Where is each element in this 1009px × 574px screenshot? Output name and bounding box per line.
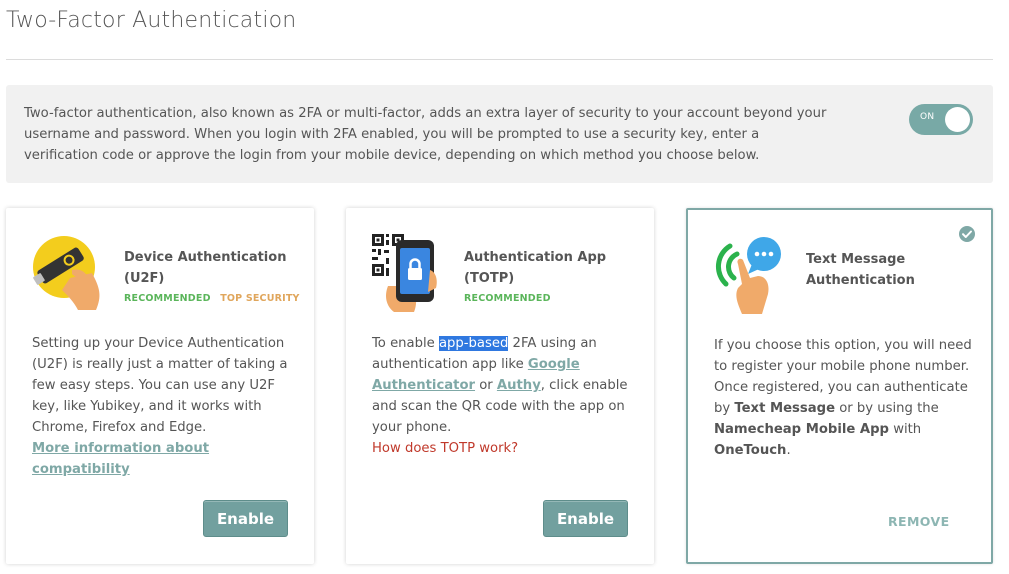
toggle-label: ON (920, 112, 935, 122)
bold-text: OneTouch (714, 443, 787, 458)
security-key-icon (33, 236, 100, 310)
enable-totp-button[interactable]: Enable (543, 500, 628, 537)
toggle-knob[interactable] (945, 107, 970, 132)
card-u2f: Device Authentication (U2F) RECOMMENDED … (6, 208, 314, 564)
badges: RECOMMENDED (464, 293, 557, 304)
badges: RECOMMENDED TOP SECURITY (124, 293, 300, 304)
remove-sms-button[interactable]: REMOVE (888, 514, 950, 529)
text-message-icon (715, 237, 781, 314)
2fa-toggle[interactable]: ON (909, 104, 973, 135)
card-title-line1: Device Authentication (124, 250, 287, 265)
card-description: If you choose this option, you will need… (714, 335, 976, 461)
text-segment: or by using the (835, 401, 939, 416)
bold-text: Namecheap Mobile App (714, 422, 889, 437)
intro-text: Two-factor authentication, also known as… (24, 106, 827, 163)
compatibility-link[interactable]: More information about compatibility (32, 441, 209, 477)
check-circle-icon (959, 226, 975, 242)
card-title: Device Authentication (U2F) (124, 247, 294, 289)
text-segment: with (889, 422, 922, 437)
badge-recommended: RECOMMENDED (124, 293, 211, 304)
enable-u2f-button[interactable]: Enable (203, 500, 288, 537)
bold-text: Text Message (734, 401, 836, 416)
qr-phone-icon (372, 234, 437, 312)
card-totp: Authentication App (TOTP) RECOMMENDED To… (346, 208, 654, 564)
card-text-message: Text Message Authentication If you choos… (686, 208, 993, 564)
selected-text: app-based (438, 336, 509, 351)
card-title-line2: Authentication (806, 273, 915, 288)
card-description: Setting up your Device Authentication (U… (32, 333, 294, 480)
card-title: Authentication App (TOTP) (464, 247, 634, 289)
card-title-line1: Authentication App (464, 250, 607, 265)
card-title: Text Message Authentication (806, 249, 976, 291)
totp-help-link[interactable]: How does TOTP work? (372, 441, 518, 456)
card-title-line1: Text Message (806, 252, 906, 267)
card-description: To enable app-based 2FA using an authent… (372, 333, 634, 459)
card-description-text: Setting up your Device Authentication (U… (32, 336, 288, 435)
text-segment: To enable (372, 336, 439, 351)
intro-panel: Two-factor authentication, also known as… (6, 85, 993, 183)
title-divider (6, 59, 993, 60)
card-title-line2: (U2F) (124, 271, 165, 286)
badge-top-security: TOP SECURITY (220, 293, 300, 304)
authy-link[interactable]: Authy (497, 378, 541, 393)
text-segment: or (475, 378, 497, 393)
badge-recommended: RECOMMENDED (464, 293, 551, 304)
page-title: Two-Factor Authentication (6, 8, 297, 33)
text-segment: . (786, 443, 791, 458)
card-title-line2: (TOTP) (464, 271, 515, 286)
